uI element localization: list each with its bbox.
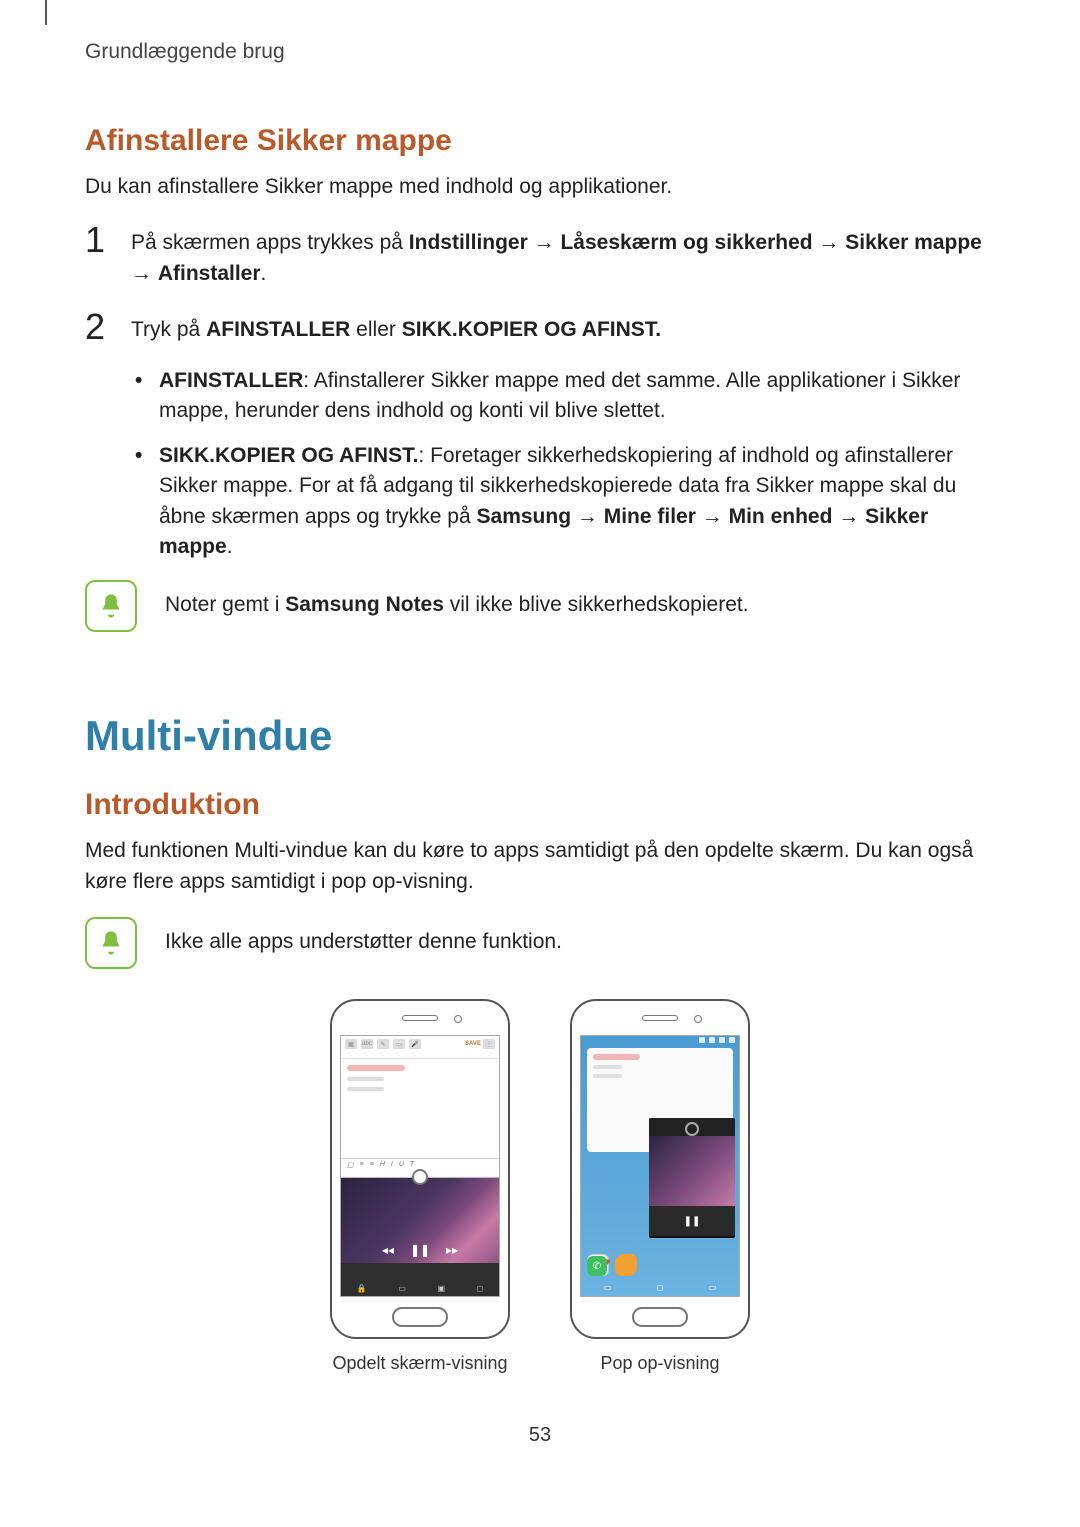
step-1-path4: Afinstaller (158, 262, 261, 285)
arrow: → (813, 231, 846, 254)
arrow: → (571, 505, 604, 528)
arrow: → (528, 231, 561, 254)
toolbar-icon: ✎ (377, 1039, 389, 1049)
home-button-icon (392, 1307, 448, 1327)
dot: . (261, 262, 267, 285)
bullet-afinstaller: AFINSTALLER: Afinstallerer Sikker mappe … (135, 366, 995, 427)
save-icon: SAVE (467, 1039, 479, 1049)
toolbar-icon: abc (361, 1039, 373, 1049)
uninstall-heading: Afinstallere Sikker mappe (85, 124, 995, 158)
bell-icon (85, 917, 137, 969)
page-number: 53 (85, 1424, 995, 1447)
step-1-number: 1 (85, 222, 131, 258)
msg-app-icon (615, 1256, 635, 1276)
step-2-number: 2 (85, 309, 131, 345)
introduction-heading: Introduktion (85, 788, 995, 822)
note-app: Samsung Notes (285, 593, 444, 616)
bullet2-p3: Min enhed (729, 505, 833, 528)
step-2-opt2: SIKK.KOPIER OG AFINST. (402, 318, 661, 341)
video-thumbnail (649, 1136, 735, 1206)
back-icon: ◻ (477, 1284, 484, 1293)
arrow: → (696, 505, 729, 528)
note-multi-text: Ikke alle apps understøtter denne funkti… (165, 917, 562, 957)
uninstall-bullets: AFINSTALLER: Afinstallerer Sikker mappe … (85, 366, 995, 563)
pause-icon: ❚❚ (649, 1206, 735, 1236)
video-player: ◂◂❚❚▸▸ 🔒▭▣◻ (341, 1263, 499, 1297)
bullet2-label: SIKK.KOPIER OG AFINST. (159, 444, 418, 467)
figures-row: ▦ abc ✎ ▭ 🎤 SAVE ⋮ (85, 999, 995, 1374)
bullet2-p2: Mine filer (604, 505, 696, 528)
step-1-body: På skærmen apps trykkes på Indstillinger… (131, 222, 995, 289)
toolbar-icon: ▭ (393, 1039, 405, 1049)
home-button-icon (632, 1307, 688, 1327)
more-icon: ⋮ (483, 1039, 495, 1049)
prev-icon: ◂◂ (382, 1243, 394, 1257)
arrow: → (832, 505, 865, 528)
nav-bar: 🔒 ▭ ▣ ◻ (341, 1284, 499, 1293)
split-handle-icon (412, 1169, 428, 1185)
bullet2-p1: Samsung (477, 505, 572, 528)
notes-toolbar: ▦ abc ✎ ▭ 🎤 SAVE ⋮ (341, 1036, 499, 1059)
split-bottom-app: ◂◂ ❚❚ ▸▸ 🔒 ▭ ▣ ◻ (341, 1178, 499, 1298)
step-1-path3: Sikker mappe (845, 231, 982, 254)
aspect-icon: ▣ (437, 1284, 445, 1293)
note-content (341, 1059, 499, 1103)
step-1-path1: Indstillinger (409, 231, 528, 254)
figure-popup-view: ❚❚ ✆ ▭ ◻ ▭ Pop op-visning (570, 999, 750, 1374)
bullet1-label: AFINSTALLER (159, 369, 303, 392)
phone-app-icon: ✆ (587, 1256, 607, 1276)
note-pre: Noter gemt i (165, 593, 285, 616)
step-1-pre: På skærmen apps trykkes på (131, 231, 409, 254)
toolbar-icon: ▦ (345, 1039, 357, 1049)
multi-window-heading: Multi-vindue (85, 712, 995, 760)
dock-row-2: ✆ (587, 1256, 635, 1276)
popup-window: ❚❚ (649, 1118, 735, 1238)
dot: . (227, 535, 233, 558)
step-2-body: Tryk på AFINSTALLER eller SIKK.KOPIER OG… (131, 309, 661, 345)
home-icon: ◻ (657, 1283, 664, 1292)
multi-intro: Med funktionen Multi-vindue kan du køre … (85, 836, 995, 897)
recents-icon: ▭ (398, 1284, 406, 1293)
split-top-app: ▦ abc ✎ ▭ 🎤 SAVE ⋮ (341, 1036, 499, 1177)
phone-screen: ❚❚ ✆ ▭ ◻ ▭ (580, 1035, 740, 1297)
phone-mockup: ❚❚ ✆ ▭ ◻ ▭ (570, 999, 750, 1339)
step-2-opt1: AFINSTALLER (206, 318, 350, 341)
recents-icon: ▭ (604, 1283, 612, 1292)
bell-icon (85, 580, 137, 632)
note-multi-window: Ikke alle apps understøtter denne funkti… (85, 917, 995, 969)
page-header: Grundlæggende brug (85, 40, 995, 64)
phone-mockup: ▦ abc ✎ ▭ 🎤 SAVE ⋮ (330, 999, 510, 1339)
step-2: 2 Tryk på AFINSTALLER eller SIKK.KOPIER … (85, 309, 995, 345)
back-icon: ▭ (709, 1283, 717, 1292)
arrow: → (131, 262, 158, 285)
step-2-mid: eller (350, 318, 401, 341)
figure-split-view: ▦ abc ✎ ▭ 🎤 SAVE ⋮ (330, 999, 510, 1374)
bullet-sikk-kopier: SIKK.KOPIER OG AFINST.: Foretager sikker… (135, 441, 995, 563)
uninstall-intro: Du kan afinstallere Sikker mappe med ind… (85, 172, 995, 202)
phone-screen: ▦ abc ✎ ▭ 🎤 SAVE ⋮ (340, 1035, 500, 1297)
figure-caption-1: Opdelt skærm-visning (332, 1353, 507, 1374)
nav-bar: ▭ ◻ ▭ (581, 1280, 739, 1294)
popup-handle-icon (649, 1118, 735, 1136)
step-1-path2: Låseskærm og sikkerhed (560, 231, 812, 254)
figure-caption-2: Pop op-visning (600, 1353, 719, 1374)
note-text: Noter gemt i Samsung Notes vil ikke bliv… (165, 580, 749, 620)
step-2-pre: Tryk på (131, 318, 206, 341)
player-controls: ◂◂ ❚❚ ▸▸ (341, 1243, 499, 1257)
toolbar-icon: 🎤 (409, 1039, 421, 1049)
pause-icon: ❚❚ (410, 1243, 430, 1257)
note-post: vil ikke blive sikkerhedskopieret. (444, 593, 749, 616)
note-samsung-notes: Noter gemt i Samsung Notes vil ikke bliv… (85, 580, 995, 632)
step-1: 1 På skærmen apps trykkes på Indstilling… (85, 222, 995, 289)
lock-icon: 🔒 (357, 1284, 367, 1293)
next-icon: ▸▸ (446, 1243, 458, 1257)
